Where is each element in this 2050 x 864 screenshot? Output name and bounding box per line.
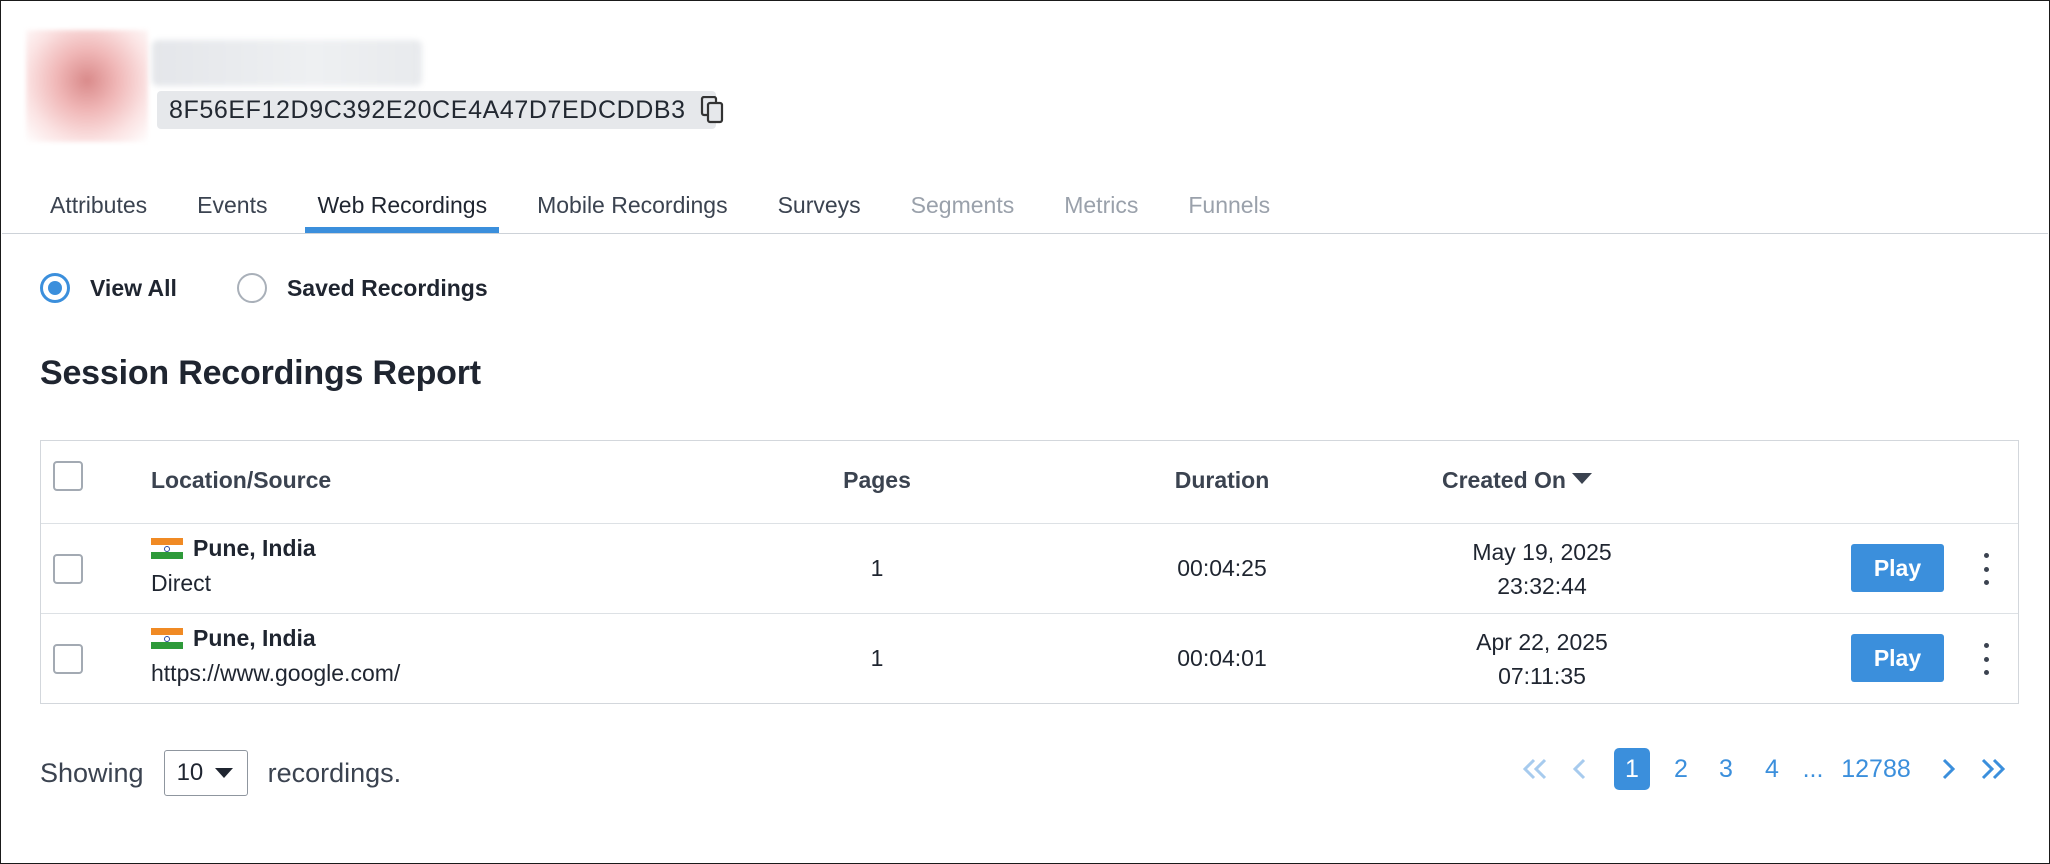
duration: 00:04:25 bbox=[1177, 555, 1267, 581]
profile-id-chip: 8F56EF12D9C392E20CE4A47D7EDCDDB3 bbox=[157, 91, 723, 129]
tab-events[interactable]: Events bbox=[185, 186, 279, 234]
radio-label: Saved Recordings bbox=[286, 274, 488, 301]
tab-mobile-recordings[interactable]: Mobile Recordings bbox=[525, 186, 739, 234]
traffic-source: https://www.google.com/ bbox=[151, 660, 401, 686]
showing-suffix: recordings. bbox=[267, 757, 402, 788]
column-header-created-label: Created On bbox=[1442, 467, 1566, 493]
created-time: 23:32:44 bbox=[1497, 573, 1587, 599]
created-date: Apr 22, 2025 bbox=[1476, 629, 1608, 655]
tab-attributes[interactable]: Attributes bbox=[38, 186, 159, 234]
page-size-value: 10 bbox=[176, 759, 204, 786]
radio-view-all[interactable]: View All bbox=[40, 273, 177, 303]
radio-button-unchecked[interactable] bbox=[236, 273, 267, 303]
more-options-icon[interactable] bbox=[1977, 639, 1995, 679]
location-city: Pune, India bbox=[193, 535, 316, 561]
profile-tabs: Attributes Events Web Recordings Mobile … bbox=[38, 186, 1308, 234]
page-ellipsis: ... bbox=[1802, 755, 1824, 783]
row-checkbox[interactable] bbox=[53, 554, 83, 584]
radio-label: View All bbox=[90, 274, 177, 301]
avatar bbox=[26, 30, 148, 142]
sort-desc-icon[interactable] bbox=[1571, 473, 1592, 484]
table-row: Pune, India Direct 1 00:04:25 May 19, 20… bbox=[41, 523, 2018, 614]
prev-page-icon[interactable] bbox=[1570, 748, 1590, 790]
page-2[interactable]: 2 bbox=[1670, 748, 1692, 790]
radio-button-checked[interactable] bbox=[40, 273, 70, 303]
chevron-down-icon bbox=[214, 768, 233, 778]
column-header-pages[interactable]: Pages bbox=[751, 467, 1003, 494]
play-button[interactable]: Play bbox=[1851, 544, 1944, 592]
radio-saved-recordings[interactable]: Saved Recordings bbox=[236, 273, 488, 303]
pages-count: 1 bbox=[870, 645, 884, 671]
recording-filter: View All Saved Recordings bbox=[40, 273, 548, 303]
next-page-icon[interactable] bbox=[1938, 748, 1958, 790]
copy-icon[interactable] bbox=[700, 96, 724, 124]
location-cell: Pune, India Direct bbox=[151, 535, 316, 597]
column-header-created-on[interactable]: Created On bbox=[1442, 467, 1592, 494]
pagination: 1 2 3 4 ... 12788 bbox=[1512, 748, 2024, 798]
page-1[interactable]: 1 bbox=[1614, 748, 1650, 790]
table-header-row: Location/Source Pages Duration Created O… bbox=[41, 441, 2018, 524]
tab-metrics: Metrics bbox=[1064, 192, 1139, 218]
profile-name-redacted bbox=[152, 40, 422, 86]
tab-funnels: Funnels bbox=[1188, 192, 1271, 218]
page-last-number[interactable]: 12788 bbox=[1836, 748, 1916, 790]
tabs-divider bbox=[2, 233, 2048, 234]
more-options-icon[interactable] bbox=[1977, 549, 1995, 589]
tab-surveys[interactable]: Surveys bbox=[766, 186, 873, 234]
first-page-icon[interactable] bbox=[1520, 748, 1550, 790]
page-size-control: Showing 10 recordings. bbox=[40, 750, 401, 796]
india-flag-icon bbox=[151, 627, 183, 650]
created-on: Apr 22, 2025 07:11:35 bbox=[1401, 625, 1683, 693]
tab-web-recordings[interactable]: Web Recordings bbox=[305, 186, 499, 234]
select-all-checkbox[interactable] bbox=[53, 461, 83, 491]
play-button[interactable]: Play bbox=[1851, 634, 1944, 682]
duration: 00:04:01 bbox=[1177, 645, 1267, 671]
created-time: 07:11:35 bbox=[1498, 663, 1586, 689]
pages-count: 1 bbox=[870, 555, 884, 581]
created-date: May 19, 2025 bbox=[1472, 539, 1612, 565]
column-header-location[interactable]: Location/Source bbox=[151, 467, 331, 494]
location-cell: Pune, India https://www.google.com/ bbox=[151, 625, 400, 687]
showing-label: Showing bbox=[40, 757, 144, 788]
traffic-source: Direct bbox=[151, 570, 212, 596]
window-frame bbox=[0, 0, 2050, 864]
table-row: Pune, India https://www.google.com/ 1 00… bbox=[41, 613, 2018, 703]
location-city: Pune, India bbox=[193, 625, 316, 651]
page-3[interactable]: 3 bbox=[1715, 748, 1737, 790]
row-checkbox[interactable] bbox=[53, 644, 83, 674]
recordings-table: Location/Source Pages Duration Created O… bbox=[40, 440, 2019, 704]
last-page-icon[interactable] bbox=[1978, 748, 2008, 790]
page-4[interactable]: 4 bbox=[1761, 748, 1783, 790]
tab-segments: Segments bbox=[910, 192, 1015, 218]
created-on: May 19, 2025 23:32:44 bbox=[1401, 535, 1683, 603]
india-flag-icon bbox=[151, 537, 183, 560]
page-size-select[interactable]: 10 bbox=[163, 750, 248, 796]
profile-id: 8F56EF12D9C392E20CE4A47D7EDCDDB3 bbox=[169, 95, 686, 124]
page-title: Session Recordings Report bbox=[40, 354, 481, 392]
column-header-duration[interactable]: Duration bbox=[1081, 467, 1363, 494]
